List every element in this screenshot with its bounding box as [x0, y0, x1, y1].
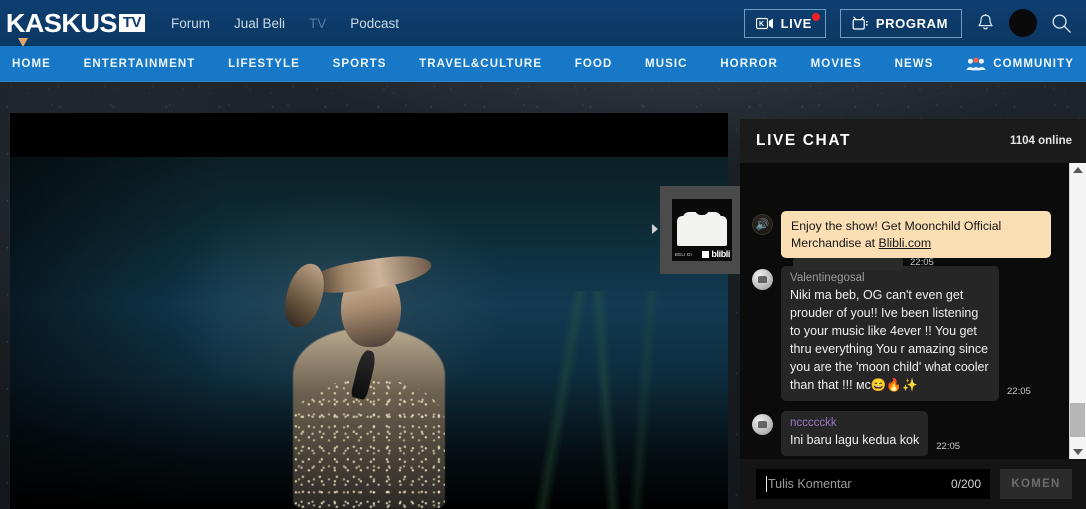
- online-count: 1104 online: [1009, 135, 1072, 147]
- video-frame: [10, 157, 728, 509]
- scene-shadow: [10, 157, 226, 509]
- live-chat-title: LIVE CHAT: [756, 132, 852, 149]
- svg-text:K: K: [759, 21, 765, 28]
- avatar: [752, 269, 773, 290]
- character-counter: 0/200: [950, 477, 981, 491]
- promo-product-card[interactable]: BELI DI blibli: [660, 186, 744, 274]
- message-text: Niki ma beb, OG can't even get prouder o…: [790, 288, 989, 392]
- promo-brand: blibli: [702, 249, 730, 259]
- message-bubble: Valentinegosal Niki ma beb, OG can't eve…: [781, 266, 999, 401]
- text-caret: [766, 476, 767, 492]
- nav-item-home[interactable]: HOME: [12, 58, 51, 70]
- message-bubble: nccccckk Ini baru lagu kedua kok: [781, 411, 929, 456]
- top-nav-jual-beli[interactable]: Jual Beli: [234, 16, 285, 31]
- category-nav: HOME ENTERTAINMENT LIFESTYLE SPORTS TRAV…: [0, 46, 1086, 82]
- message-time: 22:05: [1007, 386, 1031, 397]
- program-button-label: PROGRAM: [875, 15, 948, 31]
- nav-item-entertainment[interactable]: ENTERTAINMENT: [84, 58, 196, 70]
- nav-item-lifestyle[interactable]: LIFESTYLE: [228, 58, 300, 70]
- logo-tv-badge: TV: [118, 14, 145, 32]
- logo-wordmark: KASKUS: [5, 7, 118, 38]
- program-button[interactable]: PROGRAM: [839, 8, 962, 38]
- chat-composer: Tulis Komentar 0/200 KOMEN: [740, 459, 1086, 509]
- community-group-icon: [966, 57, 986, 71]
- message-time: 22:05: [936, 441, 961, 452]
- notifications-button[interactable]: [976, 13, 995, 33]
- search-icon: [1051, 13, 1072, 34]
- promo-caption: BELI DI: [675, 252, 692, 257]
- nav-item-music[interactable]: MUSIC: [645, 58, 688, 70]
- send-comment-button[interactable]: KOMEN: [1000, 469, 1072, 499]
- comment-input-wrapper[interactable]: Tulis Komentar 0/200: [756, 469, 990, 499]
- live-button[interactable]: K LIVE: [743, 8, 826, 38]
- pinned-announcement: Enjoy the show! Get Moonchild Official M…: [740, 211, 1068, 258]
- comment-input-placeholder[interactable]: Tulis Komentar: [768, 477, 852, 491]
- nav-item-travel-culture[interactable]: TRAVEL&CULTURE: [419, 58, 542, 70]
- video-letterbox: [10, 113, 728, 157]
- nav-item-horror[interactable]: HORROR: [720, 58, 778, 70]
- live-button-label: LIVE: [780, 15, 812, 31]
- page-root: KASKUS TV Forum Jual Beli TV Podcast K L…: [0, 0, 1086, 509]
- top-bar-actions: K LIVE PROGRAM: [743, 8, 1072, 38]
- promo-brand-label: blibli: [711, 249, 730, 259]
- announcement-link[interactable]: Blibli.com: [879, 236, 932, 250]
- top-nav-forum[interactable]: Forum: [171, 16, 210, 31]
- nav-item-movies[interactable]: MOVIES: [811, 58, 862, 70]
- live-indicator-dot: [811, 12, 820, 21]
- chat-scrollbar[interactable]: [1069, 163, 1086, 459]
- avatar: [752, 414, 773, 435]
- obscured-message-bubble: [793, 258, 903, 271]
- performer-sequins: [293, 379, 445, 509]
- video-player[interactable]: [10, 113, 728, 509]
- search-button[interactable]: [1051, 13, 1072, 34]
- tv-icon: [852, 15, 869, 31]
- nav-item-sports[interactable]: SPORTS: [333, 58, 387, 70]
- promo-expand-arrow-icon[interactable]: [652, 224, 658, 234]
- promo-product-image: BELI DI blibli: [672, 199, 732, 261]
- scroll-down-arrow-icon[interactable]: [1073, 449, 1083, 455]
- nav-item-food[interactable]: FOOD: [575, 58, 613, 70]
- scrollbar-thumb[interactable]: [1070, 403, 1085, 437]
- sweatshirt-icon: [683, 209, 721, 244]
- message-text: Ini baru lagu kedua kok: [790, 433, 920, 447]
- chat-message: nccccckk Ini baru lagu kedua kok 22:05: [740, 406, 1068, 459]
- chat-message: Valentinegosal Niki ma beb, OG can't eve…: [740, 261, 1068, 406]
- obscured-message-time: 22:05: [910, 257, 934, 268]
- message-username[interactable]: nccccckk: [790, 417, 919, 429]
- kaskus-tv-logo[interactable]: KASKUS TV: [5, 7, 145, 47]
- bell-icon: [976, 13, 995, 33]
- performer-figure: [211, 185, 527, 509]
- nav-item-community-label: COMMUNITY: [993, 58, 1074, 70]
- scroll-up-arrow-icon[interactable]: [1073, 167, 1083, 173]
- live-chat-panel: LIVE CHAT 1104 online 22:05 Valentinegos…: [740, 119, 1086, 509]
- nav-item-community[interactable]: COMMUNITY: [966, 57, 1074, 71]
- nav-item-news[interactable]: NEWS: [895, 58, 934, 70]
- account-avatar[interactable]: [1009, 9, 1037, 37]
- top-nav-tv[interactable]: TV: [309, 16, 326, 31]
- message-username[interactable]: Valentinegosal: [790, 272, 990, 284]
- top-bar: KASKUS TV Forum Jual Beli TV Podcast K L…: [0, 0, 1086, 47]
- top-nav: Forum Jual Beli TV Podcast: [171, 16, 399, 31]
- chat-message-list[interactable]: 22:05 Valentinegosal Niki ma beb, OG can…: [740, 163, 1086, 459]
- top-nav-podcast[interactable]: Podcast: [350, 16, 399, 31]
- chat-messages: 22:05 Valentinegosal Niki ma beb, OG can…: [740, 163, 1068, 459]
- live-chat-header: LIVE CHAT 1104 online: [740, 119, 1086, 163]
- speaker-icon: [752, 214, 773, 235]
- blibli-logo-icon: [702, 250, 710, 258]
- live-camera-icon: K: [755, 17, 774, 30]
- announcement-bubble: Enjoy the show! Get Moonchild Official M…: [781, 211, 1051, 258]
